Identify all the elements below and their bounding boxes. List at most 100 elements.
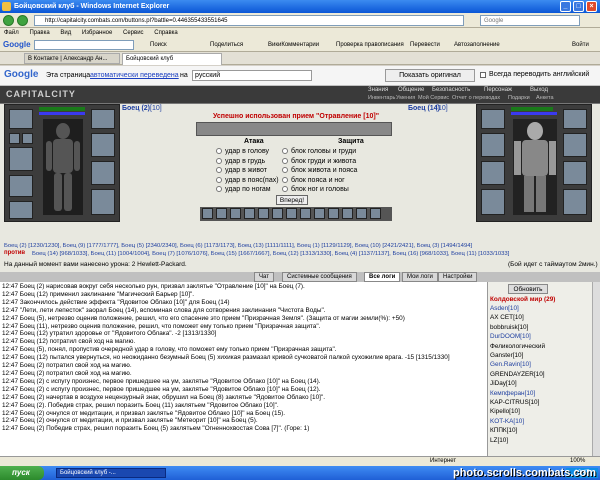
forward-button[interactable]: Вперед! bbox=[276, 195, 308, 205]
spell-slot[interactable] bbox=[370, 208, 381, 219]
spell-slot[interactable] bbox=[328, 208, 339, 219]
spell-slot[interactable] bbox=[314, 208, 325, 219]
left-shield-slot[interactable] bbox=[91, 133, 115, 157]
user-list-item[interactable]: Ganster[10] bbox=[490, 351, 590, 360]
spell-slot[interactable] bbox=[300, 208, 311, 219]
menu-file[interactable]: Файл bbox=[4, 30, 19, 36]
radio[interactable] bbox=[216, 167, 222, 174]
spell-slot[interactable] bbox=[202, 208, 213, 219]
google-search-input[interactable] bbox=[34, 40, 134, 50]
user-list-item[interactable]: Kipello[10] bbox=[490, 407, 590, 416]
right-amulet-slot[interactable] bbox=[563, 109, 587, 129]
menu-help[interactable]: Справка bbox=[154, 30, 178, 36]
spell-slot[interactable] bbox=[258, 208, 269, 219]
left-helmet-slot[interactable] bbox=[9, 109, 33, 129]
block-waist-legs[interactable]: блок пояса и ног bbox=[282, 176, 357, 186]
show-original-button[interactable]: Показать оригинал bbox=[385, 69, 475, 82]
right-weapon-slot[interactable] bbox=[481, 133, 505, 157]
forward-button[interactable] bbox=[17, 15, 28, 26]
left-fighter-name[interactable]: Боец (2) bbox=[122, 105, 150, 112]
radio[interactable] bbox=[216, 148, 222, 155]
right-helmet-slot[interactable] bbox=[481, 109, 505, 129]
user-list-item[interactable]: Феликологический bbox=[490, 342, 590, 351]
nav-security[interactable]: Безопасность bbox=[432, 87, 470, 93]
subnav-skills[interactable]: Умения bbox=[396, 95, 415, 101]
block-head-chest[interactable]: блок головы и груди bbox=[282, 147, 357, 157]
refresh-button[interactable]: Обновить bbox=[508, 284, 548, 294]
user-list-item[interactable]: KAP-CITRUS[10] bbox=[490, 398, 590, 407]
left-gloves-slot[interactable] bbox=[91, 161, 115, 185]
user-list-item[interactable]: Asden[10] bbox=[490, 304, 590, 313]
nav-chat[interactable]: Общение bbox=[398, 87, 424, 93]
left-weapon-slot[interactable] bbox=[9, 147, 33, 171]
radio[interactable] bbox=[282, 148, 288, 155]
attack-head[interactable]: удар в голову bbox=[216, 147, 279, 157]
subnav-profile[interactable]: Анкета bbox=[536, 95, 554, 101]
toolbar-share[interactable]: Поделиться bbox=[210, 38, 243, 52]
attack-groin[interactable]: удар в пояс(пах) bbox=[216, 176, 279, 186]
menu-favorites[interactable]: Избранное bbox=[82, 30, 112, 36]
search-field[interactable]: Google bbox=[480, 15, 580, 26]
left-slot[interactable] bbox=[22, 133, 33, 144]
user-list-item[interactable]: JiDay[10] bbox=[490, 379, 590, 388]
user-list-item[interactable]: DurDOOM[10] bbox=[490, 332, 590, 341]
nav-knowledge[interactable]: Знания bbox=[368, 87, 388, 93]
tab-active[interactable]: Бойцовский клуб bbox=[122, 53, 222, 65]
url-field[interactable]: http://capitalcity.combats.com/buttons.p… bbox=[34, 15, 464, 26]
radio[interactable] bbox=[282, 186, 288, 193]
right-belt-slot[interactable] bbox=[481, 189, 505, 215]
user-list-item[interactable]: Кемпферан[10] bbox=[490, 389, 590, 398]
nav-character[interactable]: Персонаж bbox=[484, 87, 512, 93]
radio[interactable] bbox=[282, 157, 288, 164]
translate-lang-select[interactable]: русский bbox=[192, 70, 312, 81]
user-list-item[interactable]: Gen.Ravin[10] bbox=[490, 360, 590, 369]
tab-chat[interactable]: Чат bbox=[254, 272, 274, 282]
attack-legs[interactable]: удар по ногам bbox=[216, 185, 279, 195]
user-list-item[interactable]: KOT-KA[10] bbox=[490, 417, 590, 426]
attack-chest[interactable]: удар в грудь bbox=[216, 157, 279, 167]
left-amulet-slot[interactable] bbox=[91, 109, 115, 129]
taskbar-window-button[interactable]: Бойцовский клуб -... bbox=[56, 468, 166, 478]
subnav-inventory[interactable]: Инвентарь bbox=[368, 95, 395, 101]
right-armor-slot[interactable] bbox=[481, 161, 505, 185]
toolbar-autofill[interactable]: Автозаполнение bbox=[454, 38, 500, 52]
toolbar-signin[interactable]: Войти bbox=[572, 38, 589, 52]
user-list-item[interactable]: КППК[10] bbox=[490, 426, 590, 435]
start-button[interactable]: пуск bbox=[0, 466, 44, 480]
user-list-item[interactable]: AX CET[10] bbox=[490, 313, 590, 322]
block-belly-waist[interactable]: блок живота и пояса bbox=[282, 166, 357, 176]
maximize-button[interactable]: □ bbox=[573, 1, 584, 12]
tab-settings[interactable]: Настройки bbox=[438, 272, 478, 282]
menu-edit[interactable]: Правка bbox=[29, 30, 49, 36]
user-list-item[interactable]: bobbruisk[10] bbox=[490, 323, 590, 332]
zoom-level[interactable]: 100% bbox=[570, 458, 585, 464]
toolbar-translate[interactable]: Перевести bbox=[410, 38, 440, 52]
spell-slot[interactable] bbox=[356, 208, 367, 219]
left-armor-slot[interactable] bbox=[9, 175, 33, 197]
radio[interactable] bbox=[216, 157, 222, 164]
toolbar-search[interactable]: Поиск bbox=[150, 38, 167, 52]
subnav-gifts[interactable]: Подарки bbox=[508, 95, 530, 101]
back-button[interactable] bbox=[3, 15, 14, 26]
right-gloves-slot[interactable] bbox=[563, 161, 587, 185]
subnav-report[interactable]: Отчет о переводах bbox=[452, 95, 500, 101]
always-translate-checkbox[interactable] bbox=[480, 72, 486, 78]
tab-system[interactable]: Системные сообщения bbox=[282, 272, 357, 282]
minimize-button[interactable]: _ bbox=[560, 1, 571, 12]
tab-vkontakte[interactable]: В Контакте | Александр Ан... bbox=[24, 53, 120, 64]
spell-slot[interactable] bbox=[230, 208, 241, 219]
user-list-item[interactable]: LZ[10] bbox=[490, 436, 590, 445]
menu-tools[interactable]: Сервис bbox=[123, 30, 144, 36]
subnav-service[interactable]: Мой Сервис bbox=[418, 95, 449, 101]
translate-link[interactable]: автоматически переведена bbox=[90, 72, 179, 79]
radio[interactable] bbox=[216, 186, 222, 193]
left-belt-slot[interactable] bbox=[9, 201, 33, 219]
block-legs-head[interactable]: блок ног и головы bbox=[282, 185, 357, 195]
spell-slot[interactable] bbox=[286, 208, 297, 219]
nav-exit[interactable]: Выход bbox=[530, 87, 548, 93]
close-button[interactable]: × bbox=[586, 1, 597, 12]
right-shield-slot[interactable] bbox=[563, 133, 587, 157]
tab-my-logs[interactable]: Мои логи bbox=[402, 272, 438, 282]
spell-slot[interactable] bbox=[342, 208, 353, 219]
spell-slot[interactable] bbox=[244, 208, 255, 219]
